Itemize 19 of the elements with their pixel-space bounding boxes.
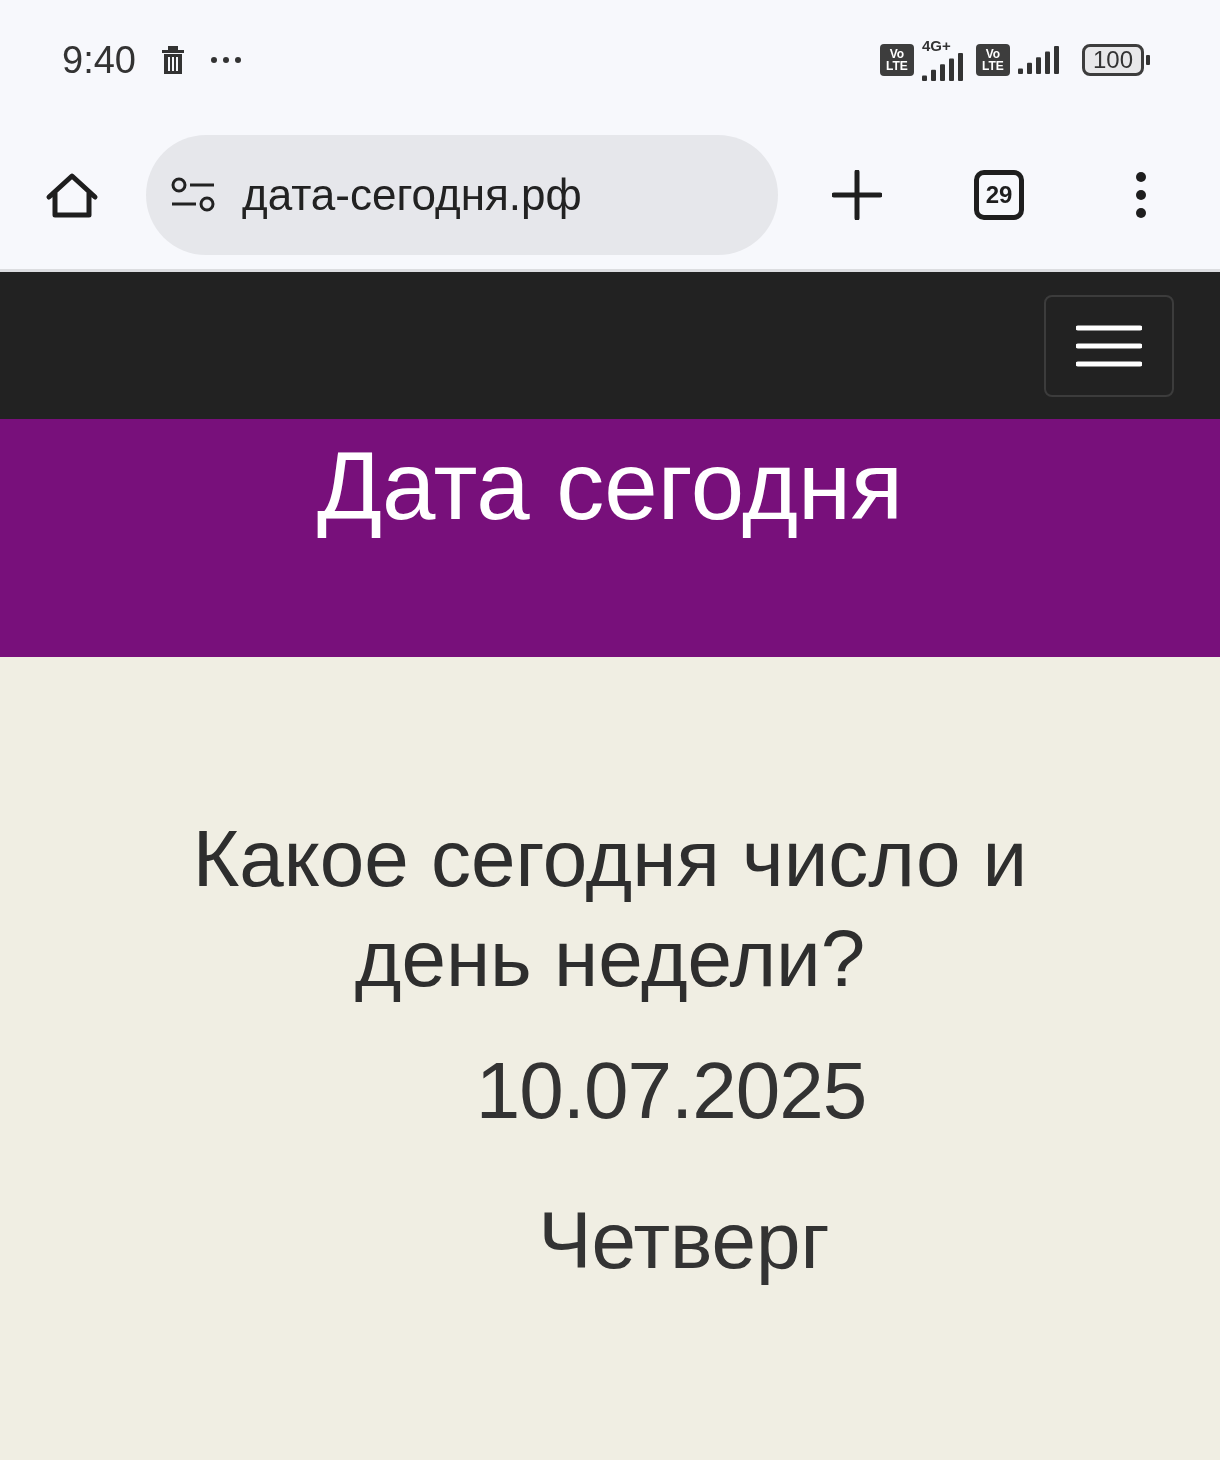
site-title: Дата сегодня: [316, 433, 904, 539]
battery-level: 100: [1081, 44, 1144, 76]
network-label: 4G+: [921, 39, 951, 53]
new-tab-icon[interactable]: [832, 169, 882, 220]
url-text: дата-сегодня.рф: [242, 169, 582, 220]
clock: 9:40: [62, 38, 136, 82]
volte-badge: Vo LTE: [879, 44, 914, 76]
menu-icon[interactable]: [1134, 171, 1148, 218]
menu-button[interactable]: [1044, 294, 1174, 397]
battery-tip-icon: [1146, 55, 1150, 65]
question-heading: Какое сегодня число и день недели?: [191, 813, 1029, 1005]
tab-count-button[interactable]: 29: [974, 169, 1024, 220]
volte-badge: Vo LTE: [975, 44, 1010, 76]
more-icon: [209, 56, 242, 64]
home-icon[interactable]: [44, 170, 100, 219]
address-bar[interactable]: дата-сегодня.рф: [146, 134, 778, 255]
site-settings-icon[interactable]: [170, 177, 216, 212]
hamburger-icon: [1076, 324, 1142, 367]
date-text: 10.07.2025: [475, 1051, 867, 1131]
